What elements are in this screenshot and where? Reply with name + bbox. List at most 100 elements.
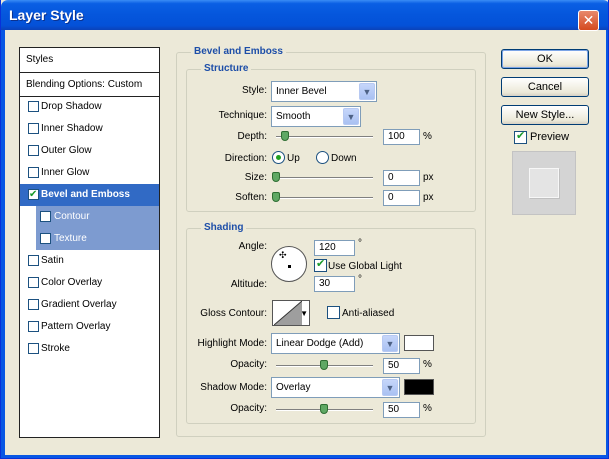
highlight-color-swatch[interactable] [404,335,434,351]
layer-style-dialog: Layer Style ✕ Styles Blending Options: C… [0,0,609,459]
chevron-down-icon[interactable]: ▼ [300,309,308,318]
bevel-and-emboss-label: Bevel and Emboss [41,189,130,200]
bevel-and-emboss-checkbox[interactable] [28,184,39,206]
preview-swatch [529,168,559,198]
angle-input[interactable]: 120 [314,240,355,256]
window-frame-bottom [1,455,608,458]
anti-aliased-label: Anti-aliased [342,308,395,319]
styles-header-label: Styles [26,54,54,65]
close-button[interactable]: ✕ [578,10,599,31]
sidebar-item-bevel-and-emboss[interactable]: Bevel and Emboss [20,184,159,206]
shadow-color-swatch[interactable] [404,379,434,395]
texture-label: Texture [54,233,87,244]
outer-glow-label: Outer Glow [41,145,92,156]
inner-shadow-label: Inner Shadow [41,123,103,134]
color-overlay-checkbox[interactable] [28,277,39,288]
size-slider-track[interactable] [276,177,373,179]
sidebar-item-satin[interactable]: Satin [20,250,159,272]
angle-center-dot [288,265,291,268]
shadow-opacity-label: Opacity: [230,403,267,414]
style-select-value: Inner Bevel [276,86,327,97]
soften-slider-thumb[interactable] [272,192,280,202]
light-source-icon[interactable]: ✣ [279,250,287,261]
angle-dial[interactable]: ✣ [271,246,307,282]
gloss-contour-picker[interactable]: ▼ [272,300,310,326]
gradient-overlay-label: Gradient Overlay [41,299,117,310]
depth-slider-track[interactable] [276,136,373,138]
stroke-checkbox[interactable] [28,343,39,354]
soften-input[interactable]: 0 [383,190,420,206]
direction-down-radio[interactable] [316,151,329,164]
highlight-mode-label: Highlight Mode: [197,338,267,349]
highlight-mode-select[interactable]: Linear Dodge (Add) ▼ [271,333,400,354]
size-slider-thumb[interactable] [272,172,280,182]
inner-shadow-checkbox[interactable] [28,123,39,134]
altitude-label: Altitude: [230,279,267,290]
shading-title: Shading [201,222,247,233]
new-style-button[interactable]: New Style... [501,105,589,125]
global-light-checkbox[interactable] [314,257,327,272]
highlight-opacity-input[interactable]: 50 [383,358,420,374]
title-bar[interactable]: Layer Style ✕ [1,0,608,31]
cancel-button[interactable]: Cancel [501,77,589,97]
shadow-opacity-slider-thumb[interactable] [320,404,328,414]
depth-input[interactable]: 100 [383,129,420,145]
window-title: Layer Style [9,7,84,23]
sidebar-item-texture[interactable]: Texture [36,228,159,250]
size-input[interactable]: 0 [383,170,420,186]
contour-label: Contour [54,211,90,222]
depth-label: Depth: [237,131,267,142]
preview-checkbox[interactable] [514,129,527,144]
style-preview [512,151,576,215]
shadow-mode-label: Shadow Mode: [200,382,267,393]
sidebar-item-pattern-overlay[interactable]: Pattern Overlay [20,316,159,338]
ok-button[interactable]: OK [501,49,589,69]
sidebar-item-color-overlay[interactable]: Color Overlay [20,272,159,294]
direction-up-radio[interactable] [272,151,285,164]
highlight-mode-value: Linear Dodge (Add) [276,338,364,349]
blending-options-item[interactable]: Blending Options: Custom [20,74,159,97]
style-label: Style: [241,85,267,96]
shadow-opacity-input[interactable]: 50 [383,402,420,418]
altitude-input[interactable]: 30 [314,276,355,292]
sidebar-item-inner-glow[interactable]: Inner Glow [20,162,159,184]
soften-slider-track[interactable] [276,197,373,199]
technique-select-value: Smooth [276,111,311,122]
size-unit: px [423,172,434,183]
pattern-overlay-checkbox[interactable] [28,321,39,332]
inner-glow-label: Inner Glow [41,167,90,178]
color-overlay-label: Color Overlay [41,277,103,288]
depth-unit: % [423,131,432,142]
drop-shadow-checkbox[interactable] [28,101,39,112]
satin-label: Satin [41,255,64,266]
satin-checkbox[interactable] [28,255,39,266]
inner-glow-checkbox[interactable] [28,167,39,178]
highlight-opacity-unit: % [423,359,432,370]
sidebar-item-inner-shadow[interactable]: Inner Shadow [20,118,159,140]
sidebar-item-stroke[interactable]: Stroke [20,338,159,360]
highlight-opacity-slider-thumb[interactable] [320,360,328,370]
contour-checkbox[interactable] [40,211,51,222]
shadow-opacity-unit: % [423,403,432,414]
styles-header[interactable]: Styles [20,48,159,73]
direction-up-label: Up [287,153,300,164]
sidebar-item-contour[interactable]: Contour [36,206,159,228]
depth-slider-thumb[interactable] [281,131,289,141]
anti-aliased-checkbox[interactable] [327,306,340,319]
technique-select[interactable]: Smooth ▼ [271,106,361,127]
gradient-overlay-checkbox[interactable] [28,299,39,310]
sidebar-item-outer-glow[interactable]: Outer Glow [20,140,159,162]
chevron-down-icon[interactable]: ▼ [343,108,359,125]
shadow-mode-select[interactable]: Overlay ▼ [271,377,400,398]
chevron-down-icon[interactable]: ▼ [382,379,398,396]
outer-glow-checkbox[interactable] [28,145,39,156]
sidebar-item-drop-shadow[interactable]: Drop Shadow [20,96,159,118]
highlight-opacity-label: Opacity: [230,359,267,370]
global-light-label: Use Global Light [328,261,402,272]
chevron-down-icon[interactable]: ▼ [382,335,398,352]
texture-checkbox[interactable] [40,233,51,244]
sidebar-item-gradient-overlay[interactable]: Gradient Overlay [20,294,159,316]
chevron-down-icon[interactable]: ▼ [359,83,375,100]
blending-options-label: Blending Options: Custom [26,79,143,90]
style-select[interactable]: Inner Bevel ▼ [271,81,377,102]
